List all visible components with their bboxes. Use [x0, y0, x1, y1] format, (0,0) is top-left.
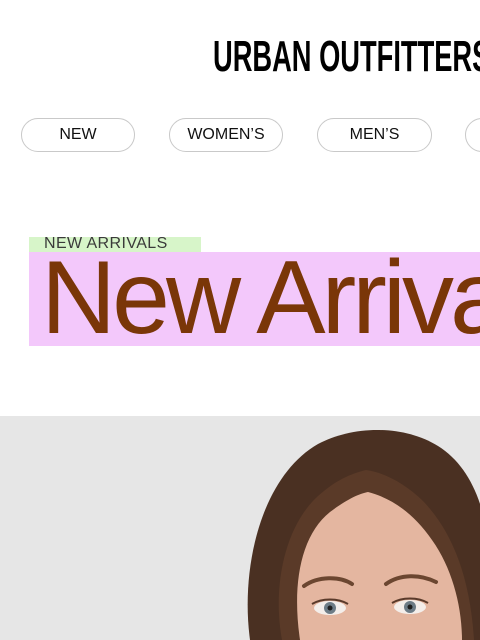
nav-pill-mens[interactable]: MEN’S [317, 118, 432, 152]
brand-logo[interactable]: URBAN OUTFITTERS [213, 30, 480, 84]
nav-pill-new[interactable]: NEW [21, 118, 135, 152]
hero-image[interactable] [0, 416, 480, 640]
nav-pill-womens[interactable]: WOMEN’S [169, 118, 283, 152]
nav-pill-next[interactable] [465, 118, 480, 152]
section-eyebrow: NEW ARRIVALS [44, 235, 168, 252]
headline-banner: New Arrivals [29, 252, 480, 346]
section-headline: New Arrivals [41, 252, 480, 346]
model-portrait-illustration [0, 416, 480, 640]
category-nav: NEW WOMEN’S MEN’S [0, 118, 480, 156]
